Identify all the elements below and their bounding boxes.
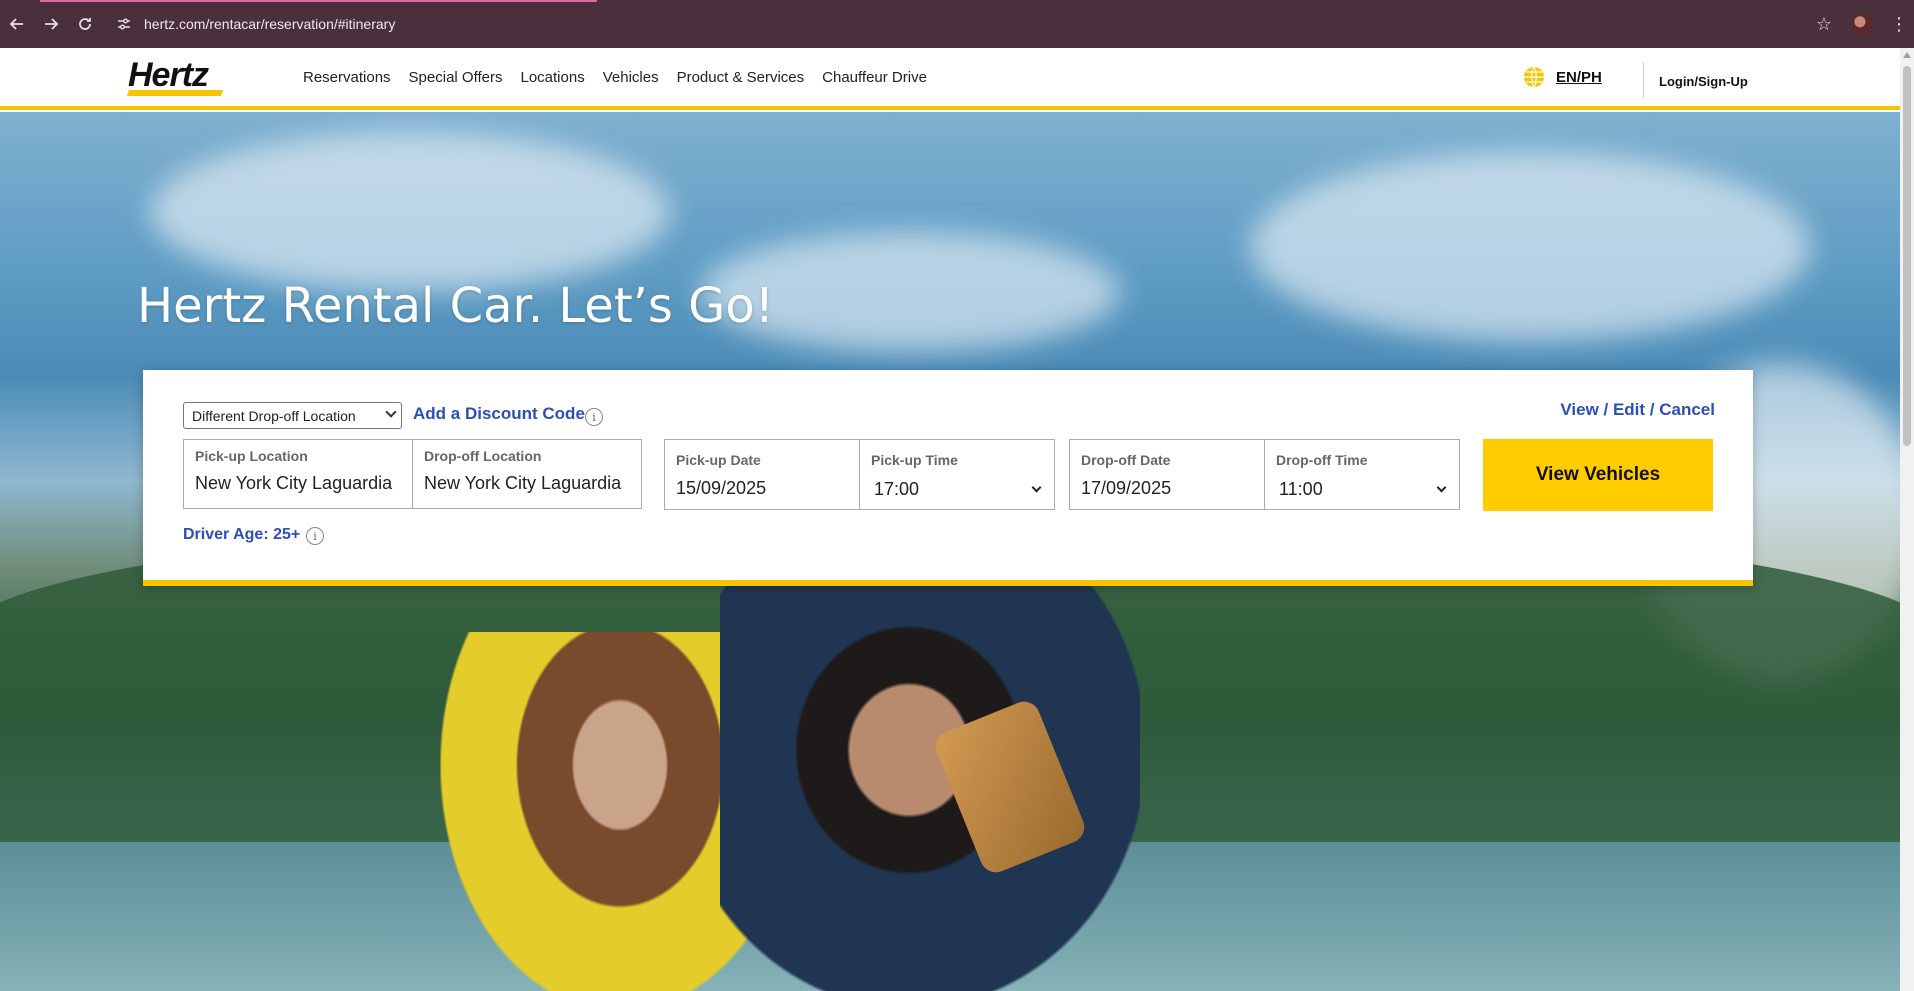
tune-icon[interactable]: [110, 10, 138, 38]
dropoff-date-label: Drop-off Date: [1081, 452, 1171, 468]
language-selector[interactable]: EN/PH: [1522, 65, 1602, 89]
pickup-date-label: Pick-up Date: [676, 452, 761, 468]
hero-title: Hertz Rental Car. Let’s Go!: [137, 278, 774, 334]
login-signup-link[interactable]: Login/Sign-Up: [1659, 74, 1748, 89]
address-bar[interactable]: hertz.com/rentacar/reservation/#itinerar…: [110, 7, 395, 41]
scrollbar-thumb[interactable]: [1903, 66, 1911, 446]
hertz-logo[interactable]: Hertz: [126, 56, 224, 98]
hero-cloud: [150, 132, 670, 292]
nav-locations[interactable]: Locations: [520, 69, 584, 86]
dropoff-date-value[interactable]: 17/09/2025: [1081, 478, 1171, 499]
page-load-progress: [40, 0, 597, 2]
site-header: Hertz Reservations Special Offers Locati…: [0, 48, 1900, 110]
dropoff-time-label: Drop-off Time: [1276, 452, 1368, 468]
chevron-down-icon: [1031, 482, 1042, 493]
kebab-icon[interactable]: ⋮: [1890, 14, 1908, 35]
pickup-location-value[interactable]: New York City Laguardia: [195, 473, 392, 494]
add-discount-code-link[interactable]: Add a Discount Code: [413, 404, 585, 424]
forward-button[interactable]: [34, 7, 68, 41]
driver-age-link[interactable]: Driver Age: 25+: [183, 526, 300, 544]
browser-toolbar: hertz.com/rentacar/reservation/#itinerar…: [0, 0, 1914, 48]
hero-cloud: [1250, 152, 1810, 342]
booking-widget: Different Drop-off Location Add a Discou…: [143, 370, 1753, 586]
logo-text: Hertz: [128, 56, 209, 94]
pickup-time-field[interactable]: Pick-up Time 17:00: [859, 439, 1055, 510]
pickup-location-field[interactable]: Pick-up Location New York City Laguardia: [183, 439, 413, 509]
dropoff-date-field[interactable]: Drop-off Date 17/09/2025: [1069, 439, 1265, 510]
scroll-up-icon[interactable]: [1903, 52, 1911, 58]
location-mode-select[interactable]: Different Drop-off Location: [183, 402, 402, 429]
arrow-left-icon: [9, 18, 23, 30]
pickup-time-value[interactable]: 17:00: [874, 479, 919, 500]
dropoff-time-value[interactable]: 11:00: [1279, 479, 1323, 500]
main-nav: Reservations Special Offers Locations Ve…: [303, 48, 927, 106]
page-scrollbar[interactable]: [1900, 48, 1914, 991]
hero-photo-man: [720, 582, 1140, 991]
reload-icon: [79, 18, 91, 30]
language-code[interactable]: EN/PH: [1556, 69, 1602, 86]
header-divider: [1643, 62, 1644, 98]
dropoff-location-label: Drop-off Location: [424, 448, 542, 464]
star-icon[interactable]: ☆: [1816, 14, 1832, 35]
nav-chauffeur-drive[interactable]: Chauffeur Drive: [822, 69, 927, 86]
location-mode-value: Different Drop-off Location: [192, 407, 356, 424]
dropoff-time-field[interactable]: Drop-off Time 11:00: [1264, 439, 1460, 510]
url-text[interactable]: hertz.com/rentacar/reservation/#itinerar…: [144, 16, 395, 32]
driver-age-info-icon[interactable]: i: [306, 527, 324, 545]
chevron-down-icon: [385, 406, 397, 418]
nav-product-services[interactable]: Product & Services: [677, 69, 805, 86]
profile-avatar[interactable]: [1850, 13, 1872, 35]
dropoff-location-value[interactable]: New York City Laguardia: [424, 473, 621, 494]
pickup-date-field[interactable]: Pick-up Date 15/09/2025: [664, 439, 860, 510]
view-edit-cancel-link[interactable]: View / Edit / Cancel: [1560, 400, 1715, 420]
arrow-right-icon: [45, 18, 59, 30]
pickup-date-value[interactable]: 15/09/2025: [676, 478, 766, 499]
globe-icon: [1524, 66, 1544, 88]
chevron-down-icon: [1436, 482, 1447, 493]
pickup-location-label: Pick-up Location: [195, 448, 308, 464]
dropoff-location-field[interactable]: Drop-off Location New York City Laguardi…: [412, 439, 642, 509]
nav-reservations[interactable]: Reservations: [303, 69, 391, 86]
nav-vehicles[interactable]: Vehicles: [603, 69, 659, 86]
view-vehicles-button[interactable]: View Vehicles: [1483, 439, 1713, 511]
pickup-time-label: Pick-up Time: [871, 452, 958, 468]
back-button[interactable]: [0, 7, 34, 41]
discount-info-icon[interactable]: i: [585, 408, 603, 426]
reload-button[interactable]: [68, 7, 102, 41]
nav-special-offers[interactable]: Special Offers: [409, 69, 503, 86]
